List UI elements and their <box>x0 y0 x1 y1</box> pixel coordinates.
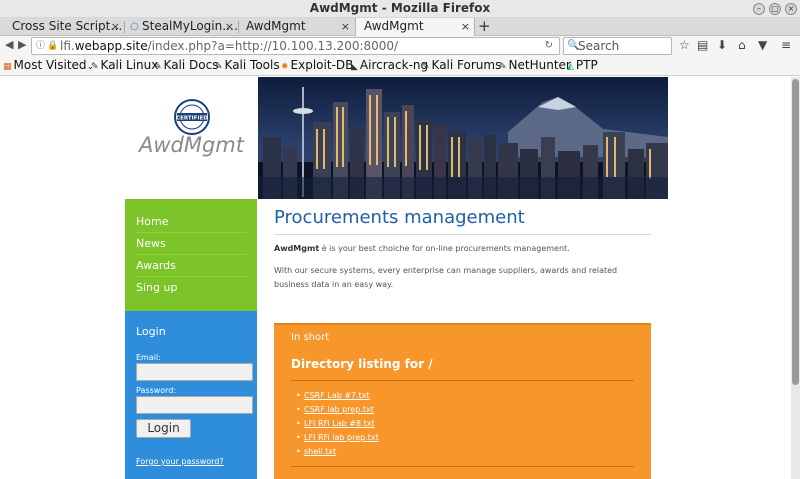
file-link-lfi-rfi-lab-8[interactable]: LFI RFi Lab #8.txt <box>296 419 375 428</box>
bookmark-kali-docs[interactable]: ✎ Kali Docs <box>154 58 218 72</box>
navigation-bar: ◀ ▶ ⓘ 🔒 lfi.webapp.site/index.php?a=http… <box>0 36 800 57</box>
bookmarks-bar: ▦ Most Visited⌄ ✎ Kali Linux ✎ Kali Docs ✎ K… <box>0 57 800 76</box>
email-label: Email: <box>136 353 161 362</box>
badge-text: CERTIFIED <box>176 116 208 122</box>
skyline-image <box>258 77 668 199</box>
pocket-icon[interactable]: ▼ <box>758 38 767 52</box>
bookmark-nethunter[interactable]: ✎ NetHunter <box>499 58 571 72</box>
file-link-lfi-rfi-lab-prep[interactable]: LFI RFi lab prep.txt <box>296 433 379 442</box>
tab-label: AwdMgmt <box>364 19 424 33</box>
back-arrow-icon[interactable]: ◀ <box>5 38 13 51</box>
login-button[interactable]: Login <box>136 419 191 438</box>
close-tab-icon[interactable]: × <box>225 18 234 35</box>
forward-arrow-icon[interactable]: ▶ <box>18 38 26 51</box>
tab-bar: Cross Site Script… × ○ StealMyLogin.… × … <box>0 17 800 37</box>
login-title: Login <box>136 325 166 338</box>
bookmark-aircrack-ng[interactable]: ◣ Aircrack-ng <box>351 58 428 72</box>
close-tab-icon[interactable]: × <box>111 18 120 35</box>
tab-label: StealMyLogin.… <box>142 19 238 33</box>
search-placeholder: Search <box>578 39 620 53</box>
bookmark-star-icon[interactable]: ☆ <box>679 38 690 52</box>
city-skyline-banner <box>258 77 668 199</box>
nav-item-home[interactable]: Home <box>136 215 168 228</box>
tab-label: Cross Site Script… <box>12 19 123 33</box>
in-short-box: In short Directory listing for / CSRF La… <box>274 323 651 479</box>
password-field[interactable] <box>136 396 253 414</box>
listing-divider-bottom <box>291 466 634 467</box>
tab-awdmgmt[interactable]: AwdMgmt × <box>240 18 354 36</box>
minimize-button[interactable]: – <box>753 3 765 15</box>
tab-cross-site-script[interactable]: Cross Site Script… × <box>0 18 124 36</box>
heading-divider <box>274 234 651 235</box>
scrollbar-thumb[interactable] <box>792 79 799 385</box>
url-bar[interactable]: ⓘ 🔒 lfi.webapp.site/index.php?a=http://1… <box>31 37 560 55</box>
download-icon[interactable]: ⬇ <box>717 38 727 52</box>
description-paragraph: With our secure systems, every enterpris… <box>274 266 618 289</box>
file-link-csrf-lab-7[interactable]: CSRF Lab #7.txt <box>296 391 370 400</box>
nav-item-sign-up[interactable]: Sing up <box>136 281 177 294</box>
listing-divider-top <box>291 380 634 381</box>
new-tab-button[interactable]: + <box>478 17 491 35</box>
tab-label: AwdMgmt <box>246 19 306 33</box>
bookmark-kali-forums[interactable]: ✎ Kali Forums <box>422 58 501 72</box>
url-text: lfi.webapp.site/index.php?a=http://10.10… <box>60 39 399 53</box>
search-icon: 🔍 <box>567 40 580 51</box>
reading-list-icon[interactable]: ▤ <box>697 38 708 52</box>
file-link-shell[interactable]: shell.txt <box>296 447 336 456</box>
search-input[interactable]: 🔍 Search <box>563 37 672 55</box>
lock-icon: 🔒 <box>47 41 59 51</box>
box-top-border <box>274 323 651 325</box>
info-icon[interactable]: ⓘ <box>36 38 45 54</box>
forgot-password-link[interactable]: Forgo your password? <box>136 457 224 466</box>
bookmark-kali-tools[interactable]: ✎ Kali Tools <box>215 58 280 72</box>
bookmark-kali-linux[interactable]: ✎ Kali Linux <box>91 58 158 72</box>
in-short-label: In short <box>291 332 330 343</box>
password-label: Password: <box>136 386 177 395</box>
certified-badge-icon: CERTIFIED <box>174 99 210 135</box>
window-titlebar: AwdMgmt - Mozilla Firefox – ▢ × <box>0 0 800 18</box>
nav-item-awards[interactable]: Awards <box>136 259 176 272</box>
nav-item-news[interactable]: News <box>136 237 166 250</box>
bookmark-most-visited[interactable]: ▦ Most Visited⌄ <box>3 58 94 72</box>
login-panel: Login Email: Password: Login Forgo your … <box>125 311 257 479</box>
close-tab-icon[interactable]: × <box>461 18 470 35</box>
home-icon[interactable]: ⌂ <box>738 38 746 52</box>
sidebar-nav: Home News Awards Sing up <box>125 199 257 311</box>
close-window-button[interactable]: × <box>785 3 797 15</box>
bookmark-ptp[interactable]: ◭ PTP <box>567 58 598 72</box>
bookmark-exploit-db[interactable]: ✸ Exploit-DB <box>281 58 353 72</box>
reload-icon[interactable]: ↻ <box>545 38 553 54</box>
intro-paragraph: AwdMgmt è is your best choiche for on-li… <box>274 244 570 253</box>
directory-listing-heading: Directory listing for / <box>291 357 433 371</box>
close-tab-icon[interactable]: × <box>341 18 350 35</box>
site-logo-text[interactable]: AwdMgmt <box>125 133 258 157</box>
globe-icon: ○ <box>130 21 139 32</box>
page-scrollbar[interactable] <box>791 77 800 479</box>
window-title: AwdMgmt - Mozilla Firefox <box>309 1 491 15</box>
file-link-csrf-lab-prep[interactable]: CSRF lab prep.txt <box>296 405 374 414</box>
page-heading: Procurements management <box>274 207 525 228</box>
tab-steal-my-login[interactable]: ○ StealMyLogin.… × <box>126 18 238 36</box>
tab-awdmgmt-active[interactable]: AwdMgmt × <box>355 18 475 37</box>
email-field[interactable] <box>136 363 253 381</box>
maximize-button[interactable]: ▢ <box>769 3 781 15</box>
menu-icon[interactable]: ≡ <box>781 38 791 52</box>
